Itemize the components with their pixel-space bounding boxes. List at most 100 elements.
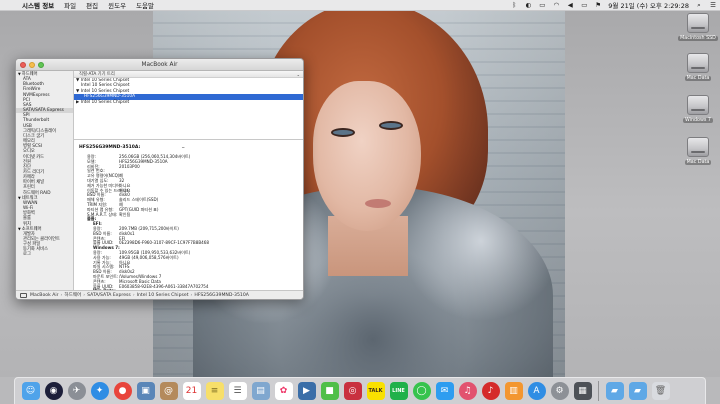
minimize-button[interactable]: [29, 62, 35, 68]
zoom-button[interactable]: [38, 62, 44, 68]
laptop-icon: [20, 292, 27, 298]
dock-glyph: ▥: [509, 386, 518, 396]
sidebar-item[interactable]: 로그: [16, 252, 73, 257]
dock-glyph: ✿: [279, 386, 288, 396]
desktop-disk-icon[interactable]: Mac Data: [676, 53, 720, 81]
content-pane: 직렬-ATA 기기 트리 ⌄ ▼ Intel 10 Series Chipset…: [74, 71, 303, 290]
sort-arrow-icon: ⌄: [296, 72, 300, 77]
safari-icon[interactable]: ✦: [90, 382, 109, 400]
sidebar-item-label: 로그: [23, 252, 31, 258]
desktop-disk-icon[interactable]: Mac Data: [676, 137, 720, 165]
clock[interactable]: 9월 21일 (수) 오후 2:29:28: [608, 0, 689, 10]
launchpad-icon[interactable]: ✈: [67, 382, 86, 400]
notification-center-icon[interactable]: ☰: [708, 1, 718, 9]
contacts-icon[interactable]: @: [159, 382, 178, 400]
photo-booth-icon[interactable]: ◎: [343, 382, 362, 400]
preview2-icon[interactable]: ▤: [251, 382, 270, 400]
input-source-icon[interactable]: ◐: [523, 1, 533, 9]
facetime-icon[interactable]: ■: [320, 382, 339, 400]
books-icon[interactable]: ▥: [504, 382, 523, 400]
hard-drive-icon: [687, 53, 709, 73]
dock-glyph: ☰: [233, 386, 242, 396]
volume-icon[interactable]: ◀: [565, 1, 575, 9]
menu-help[interactable]: 도움말: [136, 0, 154, 10]
dock-glyph: ▤: [256, 386, 265, 396]
keynote-icon[interactable]: ▶: [297, 382, 316, 400]
window-title: MacBook Air: [141, 61, 178, 68]
messages-icon[interactable]: ◯: [412, 382, 431, 400]
hard-drive-icon: [687, 95, 709, 115]
dock-glyph: 🗑: [654, 386, 667, 396]
window-titlebar[interactable]: MacBook Air: [16, 59, 303, 71]
path-separator-icon: ›: [190, 292, 193, 298]
bluetooth-icon[interactable]: ᛒ: [509, 1, 519, 9]
system-information-window: MacBook Air ▼하드웨어 ATA Bluetooth FireWire NVM…: [15, 58, 304, 300]
disclosure-triangle-icon[interactable]: ▼: [18, 72, 21, 76]
tree-row[interactable]: ▶ Intel 10 Series Chipset: [74, 100, 303, 105]
dock-glyph: TALK: [368, 388, 383, 394]
dock-glyph: ▰: [634, 386, 641, 396]
flag-icon[interactable]: ⚑: [593, 1, 603, 9]
menu-file[interactable]: 파일: [64, 0, 76, 10]
dock-glyph: ≡: [210, 386, 219, 396]
disk-label: Windows 7: [683, 118, 713, 123]
dock-glyph: ◯: [416, 386, 427, 396]
system-info-icon[interactable]: ▦: [573, 382, 592, 400]
app-menu[interactable]: 시스템 정보: [22, 0, 54, 10]
dock-glyph: ⚙: [555, 386, 564, 396]
hard-drive-icon: [687, 137, 709, 157]
path-item[interactable]: SATA/SATA Express: [87, 291, 131, 300]
siri-icon[interactable]: ◉: [44, 382, 63, 400]
disk-label: Mac Data: [684, 160, 712, 165]
chrome-icon[interactable]: ●: [113, 382, 132, 400]
wifi-icon[interactable]: ◠: [551, 1, 561, 9]
path-item[interactable]: MacBook Air: [30, 291, 59, 300]
dock-glyph: ▰: [611, 386, 618, 396]
dock-glyph: ✈: [72, 386, 81, 396]
path-item[interactable]: HFS256G39MND-3510A: [194, 291, 249, 300]
dock-glyph: ●: [118, 386, 127, 396]
path-bar: MacBook Air › 하드웨어 › SATA/SATA Express › Intel…: [16, 290, 303, 299]
airplay-icon[interactable]: ▭: [537, 1, 547, 9]
disclosure-triangle-icon[interactable]: ▼: [18, 196, 21, 200]
menu-edit[interactable]: 편집: [86, 0, 98, 10]
itunes-icon[interactable]: ♫: [458, 382, 477, 400]
system-preferences-icon[interactable]: ⚙: [550, 382, 569, 400]
close-button[interactable]: [20, 62, 26, 68]
menu-window[interactable]: 윈도우: [108, 0, 126, 10]
dock-glyph: @: [164, 386, 173, 396]
messages2-icon[interactable]: ✉: [435, 382, 454, 400]
finder-icon[interactable]: ☺: [21, 382, 40, 400]
dock-glyph: ◉: [49, 386, 58, 396]
dock-glyph: 21: [185, 386, 198, 396]
dock: ☺ ◉ ✈ ✦ ● ▣ @21 ≡ ☰ ▤ ✿ ▶ ■ ◎ TALK LINE ◯ ✉ ♫ ♪ ▥ A ⚙ ▦ ▰ ▰ 🗑: [14, 377, 706, 404]
preview-icon[interactable]: ▣: [136, 382, 155, 400]
details-title: HFS256G39MND-3510A:: [79, 145, 141, 150]
desktop-disk-icon[interactable]: Windows 7: [676, 95, 720, 123]
status-area: ᛒ ◐ ▭ ◠ ◀ ▭ ⚑ 9월 21일 (수) 오후 2:29:28 ⌕ ☰: [507, 0, 720, 11]
path-item[interactable]: Intel 10 Series Chipset: [137, 291, 189, 300]
kakaotalk-icon[interactable]: TALK: [366, 382, 385, 400]
disclosure-triangle-icon[interactable]: ▼: [18, 227, 21, 231]
downloads-folder-icon[interactable]: ▰: [628, 382, 647, 400]
netease-icon[interactable]: ♪: [481, 382, 500, 400]
dock-glyph: ▣: [141, 386, 150, 396]
spotlight-icon[interactable]: ⌕: [694, 1, 704, 9]
dock-glyph: ♫: [463, 386, 472, 396]
line-icon[interactable]: LINE: [389, 382, 408, 400]
reminders-icon[interactable]: ☰: [228, 382, 247, 400]
app-store-icon[interactable]: A: [527, 382, 546, 400]
dock-glyph: LINE: [392, 388, 405, 394]
path-item[interactable]: 하드웨어: [64, 291, 81, 300]
dock-glyph: ✦: [95, 386, 104, 396]
path-separator-icon: ›: [132, 292, 135, 298]
disk-label: Macintosh SSD: [678, 36, 718, 41]
desktop-disk-icon[interactable]: Macintosh SSD: [676, 13, 720, 41]
trash-icon[interactable]: 🗑: [651, 382, 670, 400]
photos-icon[interactable]: ✿: [274, 382, 293, 400]
applications-folder-icon[interactable]: ▰: [605, 382, 624, 400]
tree-header[interactable]: 직렬-ATA 기기 트리 ⌄: [74, 71, 303, 78]
notes-icon[interactable]: ≡: [205, 382, 224, 400]
battery-icon[interactable]: ▭: [579, 1, 589, 9]
calendar-icon[interactable]: 21: [182, 382, 201, 400]
